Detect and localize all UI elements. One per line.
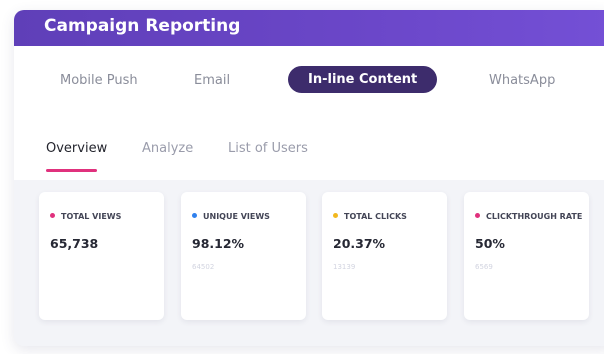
- channel-tabs: Mobile Push Email In-line Content WhatsA…: [14, 46, 604, 119]
- campaign-reporting-panel: Campaign Reporting Mobile Push Email In-…: [14, 10, 604, 346]
- channel-tab-mobile-push[interactable]: Mobile Push: [60, 73, 138, 88]
- stat-label: TOTAL CLICKS: [344, 212, 407, 221]
- total-views-dot-icon: [50, 213, 55, 218]
- stat-card-total-views: TOTAL VIEWS 65,738: [39, 192, 164, 320]
- clickthrough-rate-dot-icon: [475, 213, 480, 218]
- channel-tab-inline-content[interactable]: In-line Content: [288, 66, 438, 93]
- stat-value: 98.12%: [192, 236, 245, 251]
- stat-subvalue: 13139: [333, 263, 356, 271]
- stat-label: TOTAL VIEWS: [61, 212, 122, 221]
- tab-overview[interactable]: Overview: [46, 141, 107, 156]
- report-tabs: Overview Analyze List of Users: [14, 118, 604, 180]
- stat-value: 65,738: [50, 236, 99, 251]
- channel-tab-email[interactable]: Email: [194, 73, 230, 88]
- tab-analyze[interactable]: Analyze: [142, 141, 193, 156]
- unique-views-dot-icon: [192, 213, 197, 218]
- tab-list-of-users[interactable]: List of Users: [228, 141, 308, 156]
- stat-card-unique-views: UNIQUE VIEWS 98.12% 64502: [181, 192, 306, 320]
- stat-card-clickthrough-rate: CLICKTHROUGH RATE 50% 6569: [464, 192, 589, 320]
- stat-value: 50%: [475, 236, 505, 251]
- channel-tab-whatsapp[interactable]: WhatsApp: [489, 73, 555, 88]
- stat-label: UNIQUE VIEWS: [203, 212, 270, 221]
- stat-subvalue: 6569: [475, 263, 493, 271]
- stat-label: CLICKTHROUGH RATE: [486, 212, 583, 221]
- active-tab-underline: [46, 169, 97, 172]
- page-title: Campaign Reporting: [44, 16, 241, 36]
- stat-value: 20.37%: [333, 236, 386, 251]
- stat-subvalue: 64502: [192, 263, 215, 271]
- stat-card-total-clicks: TOTAL CLICKS 20.37% 13139: [322, 192, 447, 320]
- panel-header: Campaign Reporting: [14, 10, 604, 46]
- total-clicks-dot-icon: [333, 213, 338, 218]
